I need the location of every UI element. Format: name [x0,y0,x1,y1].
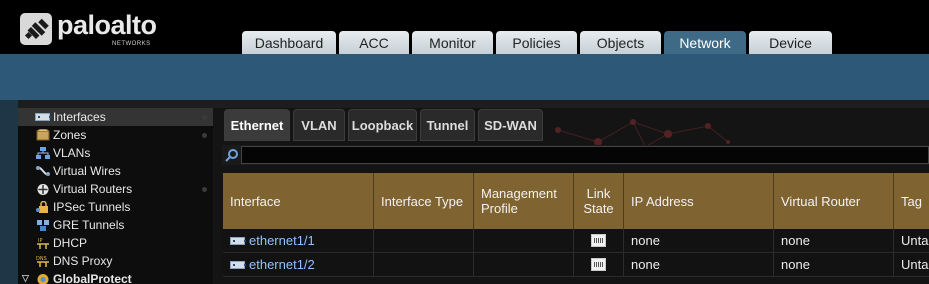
sidebar-item-label: VLANs [53,146,91,160]
status-dot-icon [202,187,207,192]
cell-interface-type [374,253,474,276]
sidebar-item-label: IPSec Tunnels [53,200,131,214]
svg-text:IP: IP [38,238,43,244]
top-header: paloalto NETWORKS Dashboard ACC Monitor … [0,0,929,54]
main-nav-tabs: Dashboard ACC Monitor Policies Objects N… [242,31,835,54]
tab-sd-wan[interactable]: SD-WAN [478,109,543,141]
column-header-virtual-router[interactable]: Virtual Router [774,173,894,229]
status-dot-icon [202,115,207,120]
nav-band [0,54,929,100]
sidebar-item-label: Interfaces [53,110,106,124]
sidebar-item-label: GRE Tunnels [53,218,125,232]
table-row[interactable]: ethernet1/1 none none Untagged [223,229,929,253]
cell-tag: Untagged [901,233,929,248]
expand-arrow-icon[interactable]: ▽ [22,273,29,284]
column-header-link-state[interactable]: Link State [574,173,624,229]
brand-name: paloalto [57,10,157,40]
sidebar-item-gre-tunnels[interactable]: GRE Tunnels [18,216,213,234]
app-window: paloalto NETWORKS Dashboard ACC Monitor … [0,0,929,284]
cell-interface-type [374,229,474,252]
sidebar-item-label: Virtual Routers [53,182,133,196]
filter-bar [222,145,929,165]
cell-interface: ethernet1/1 [223,229,374,252]
virtual-wires-icon [35,165,50,178]
sidebar-item-label: Virtual Wires [53,164,121,178]
ethernet-port-icon [230,236,246,245]
zones-icon [35,129,50,142]
cell-tag: Untagged [901,257,929,272]
cell-link-state [574,253,624,276]
paloalto-logo-icon [20,13,52,45]
column-header-management-profile[interactable]: Management Profile [474,173,574,229]
cell-virtual-router: none [774,253,894,276]
sidebar-item-label: DNS Proxy [53,254,113,268]
ethernet-port-icon [230,260,246,269]
virtual-routers-icon [35,183,50,196]
cell-interface: ethernet1/2 [223,253,374,276]
sidebar-item-globalprotect[interactable]: ▽ GlobalProtect [18,270,213,284]
dns-proxy-icon: DNS [35,255,50,268]
tab-device[interactable]: Device [749,31,832,54]
search-icon[interactable] [225,148,239,162]
tab-ethernet[interactable]: Ethernet [224,109,290,141]
sidebar-item-vlans[interactable]: VLANs [18,144,213,162]
column-header-ip-address[interactable]: IP Address [624,173,774,229]
sidebar-item-label: GlobalProtect [53,272,132,284]
interfaces-icon [35,111,51,124]
sidebar-item-dns-proxy[interactable]: DNS DNS Proxy [18,252,213,270]
column-header-interface[interactable]: Interface [223,173,374,229]
dhcp-icon: IP [35,237,50,250]
network-sidebar: Interfaces Zones VLANs Virtual Wires Vir… [18,100,213,284]
sidebar-item-dhcp[interactable]: IP DHCP [18,234,213,252]
cell-ip-address: none [624,253,774,276]
cell-ip-address: none [624,229,774,252]
sidebar-item-label: DHCP [53,236,88,250]
tab-dashboard[interactable]: Dashboard [242,31,336,54]
interface-link[interactable]: ethernet1/1 [249,233,315,248]
cell-virtual-router: none [774,229,894,252]
sidebar-item-virtual-wires[interactable]: Virtual Wires [18,162,213,180]
cell-link-state [574,229,624,252]
interfaces-table: Interface Interface Type Management Prof… [223,173,929,277]
table-header: Interface Interface Type Management Prof… [223,173,929,229]
filter-input[interactable] [241,146,929,164]
interface-link[interactable]: ethernet1/2 [249,257,315,272]
tab-tunnel[interactable]: Tunnel [420,109,475,141]
tab-objects[interactable]: Objects [580,31,661,54]
tab-vlan[interactable]: VLAN [293,109,345,141]
sidebar-item-label: Zones [53,128,87,142]
main-content: Ethernet VLAN Loopback Tunnel SD-WAN Int… [213,100,929,284]
status-dot-icon [202,133,207,138]
brand-subtitle: NETWORKS [112,41,151,47]
tab-acc[interactable]: ACC [339,31,409,54]
sidebar-item-zones[interactable]: Zones [18,126,213,144]
gre-tunnels-icon [35,219,50,232]
tab-policies[interactable]: Policies [496,31,577,54]
sidebar-item-virtual-routers[interactable]: Virtual Routers [18,180,213,198]
interface-type-tabs: Ethernet VLAN Loopback Tunnel SD-WAN [224,109,546,141]
ipsec-tunnels-icon [35,200,50,214]
column-header-interface-type[interactable]: Interface Type [374,173,474,229]
cell-management-profile [474,253,574,276]
tab-loopback[interactable]: Loopback [348,109,417,141]
cell-management-profile [474,229,574,252]
table-row[interactable]: ethernet1/2 none none Untagged [223,253,929,277]
tab-network[interactable]: Network [664,31,746,54]
tab-monitor[interactable]: Monitor [412,31,493,54]
vlans-icon [35,146,50,160]
link-state-icon [591,258,606,271]
globalprotect-icon [35,273,50,284]
svg-text:DNS: DNS [36,256,47,262]
sidebar-item-interfaces[interactable]: Interfaces [18,108,213,126]
sidebar-item-ipsec-tunnels[interactable]: IPSec Tunnels [18,198,213,216]
link-state-icon [591,234,606,247]
column-header-tag[interactable]: Tag [894,173,929,229]
